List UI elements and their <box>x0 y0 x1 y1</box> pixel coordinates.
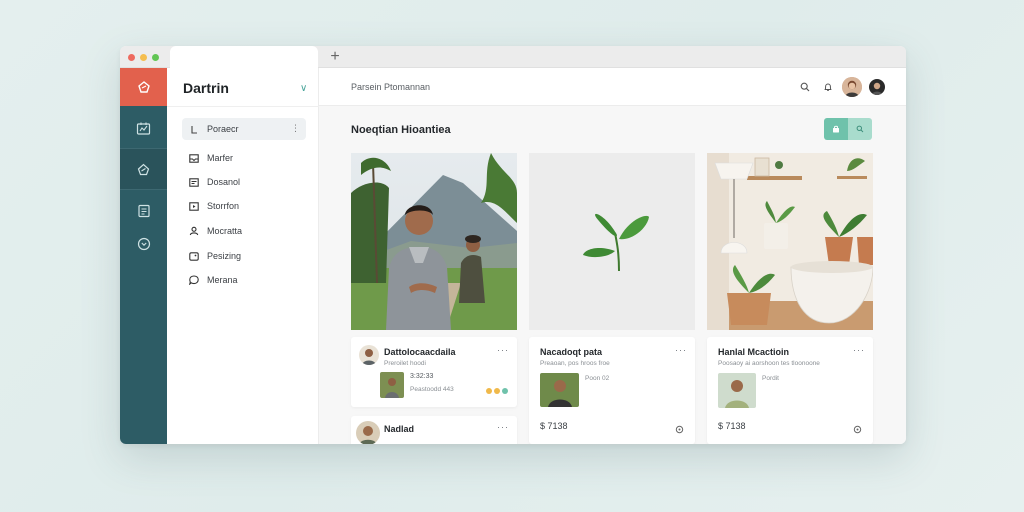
lock-icon <box>833 125 839 133</box>
new-tab-plus-icon[interactable]: + <box>327 47 343 67</box>
search-icon[interactable] <box>798 80 812 94</box>
post-title: Hanlal Mcactioin <box>718 347 790 357</box>
notification-bell-icon[interactable] <box>821 80 835 94</box>
minimize-dot[interactable] <box>140 54 147 61</box>
post-subtitle: Preaoan, pos hroos froe <box>540 360 610 367</box>
sidebar-item-4[interactable]: Mocratta <box>182 220 306 242</box>
maximize-dot[interactable] <box>152 54 159 61</box>
explore-icon <box>137 163 150 175</box>
sidebar-item-5[interactable]: Pesizing <box>182 245 306 267</box>
page-title: Noeqtian Hioantiea <box>351 124 451 136</box>
post-thumbnail <box>380 372 404 398</box>
post-subtitle: Poosaoy ai aorshoon tes tloonoone <box>718 360 820 367</box>
home-button[interactable] <box>120 68 167 106</box>
search-button[interactable] <box>848 118 872 140</box>
action-button-group <box>824 118 872 140</box>
post-price: $ 7138 <box>718 421 746 431</box>
side-panel: Dartrin ∨ Poraecr ⋮ Marfer Dosanol Storr… <box>167 68 319 444</box>
title-bar: + <box>120 46 906 69</box>
post-price: $ 7138 <box>540 421 568 431</box>
rail-explore-button[interactable] <box>120 149 167 189</box>
sidebar-item-2[interactable]: Dosanol <box>182 171 306 193</box>
sidebar-item-label: Dosanol <box>207 177 241 187</box>
sidebar-item-label: Mocratta <box>207 226 243 236</box>
more-horizontal-icon[interactable]: ··· <box>497 422 509 432</box>
more-vertical-icon[interactable]: ⋮ <box>291 123 300 134</box>
post-stat: Pordit <box>762 375 779 382</box>
post-thumbnail <box>718 373 756 408</box>
logo-icon <box>137 81 150 93</box>
coin-icon <box>494 388 500 394</box>
post-thumbnail <box>540 373 579 407</box>
dashboard-icon <box>136 122 151 135</box>
inbox-icon <box>185 153 203 163</box>
icon-rail <box>120 68 167 444</box>
more-horizontal-icon[interactable]: ··· <box>497 345 509 355</box>
document-icon <box>137 204 150 218</box>
sidebar-item-label: Marfer <box>207 153 234 163</box>
secondary-avatar[interactable] <box>869 79 885 95</box>
tag-icon <box>185 251 203 261</box>
post-stat-secondary: Peastoodd 443 <box>410 386 454 393</box>
close-dot[interactable] <box>128 54 135 61</box>
sidebar-item-label: Storrfon <box>207 201 240 211</box>
sidebar-item-0[interactable]: Poraecr ⋮ <box>182 118 306 140</box>
browser-tab[interactable] <box>170 46 318 69</box>
chevron-circle-icon <box>137 237 150 251</box>
user-icon <box>185 226 203 236</box>
more-horizontal-icon[interactable]: ··· <box>853 345 865 355</box>
card-image-interior[interactable] <box>707 153 873 330</box>
sidebar-item-3[interactable]: Storrfon <box>182 195 306 217</box>
post-card-4[interactable]: Nadlad ··· <box>351 416 517 444</box>
post-subtitle: Preroilet hoodi <box>384 360 426 367</box>
sidebar-item-label: Merana <box>207 275 238 285</box>
chat-icon <box>185 275 203 285</box>
settings-icon[interactable] <box>853 421 862 439</box>
post-title: Nacadoqt pata <box>540 347 603 357</box>
browser-window: + Dartrin ∨ Poraecr ⋮ Marfer Dosanol Sto… <box>120 46 906 444</box>
card-image-plant[interactable] <box>529 153 695 330</box>
search-icon <box>856 125 864 133</box>
calendar-icon <box>185 177 203 187</box>
post-card-2[interactable]: Nacadoqt pata Preaoan, pos hroos froe ··… <box>529 337 695 444</box>
brand-name: Dartrin <box>183 80 229 96</box>
avatar <box>359 345 379 365</box>
post-title: Nadlad <box>384 424 415 434</box>
breadcrumb: Parsein Ptomannan <box>351 82 431 92</box>
sidebar-item-6[interactable]: Merana <box>182 269 306 291</box>
more-horizontal-icon[interactable]: ··· <box>675 345 687 355</box>
sidebar-item-label: Pesizing <box>207 251 242 261</box>
top-bar: Parsein Ptomannan <box>319 68 906 106</box>
user-avatar[interactable] <box>842 77 862 97</box>
avatar <box>356 421 380 444</box>
card-image-farmer[interactable] <box>351 153 517 330</box>
main-content: Parsein Ptomannan Noeqtian Hioantiea Dat… <box>319 68 906 444</box>
chevron-down-icon[interactable]: ∨ <box>300 83 307 94</box>
rail-dashboard-button[interactable] <box>120 108 167 148</box>
settings-icon[interactable] <box>675 421 684 439</box>
post-title: Dattolocaacdaila <box>384 347 456 357</box>
save-button[interactable] <box>824 118 848 140</box>
post-card-1[interactable]: Dattolocaacdaila Preroilet hoodi ··· 3:3… <box>351 337 517 407</box>
post-stat: Poon 02 <box>585 375 610 382</box>
post-stat: 3:32:33 <box>410 373 434 380</box>
coin-icon <box>502 388 508 394</box>
rail-more-button[interactable] <box>120 224 167 264</box>
sidebar-item-label: Poraecr <box>207 124 239 134</box>
sidebar-item-1[interactable]: Marfer <box>182 147 306 169</box>
bracket-icon <box>185 125 203 134</box>
coin-icon <box>486 388 492 394</box>
play-box-icon <box>185 201 203 211</box>
post-card-3[interactable]: Hanlal Mcactioin Poosaoy ai aorshoon tes… <box>707 337 873 444</box>
